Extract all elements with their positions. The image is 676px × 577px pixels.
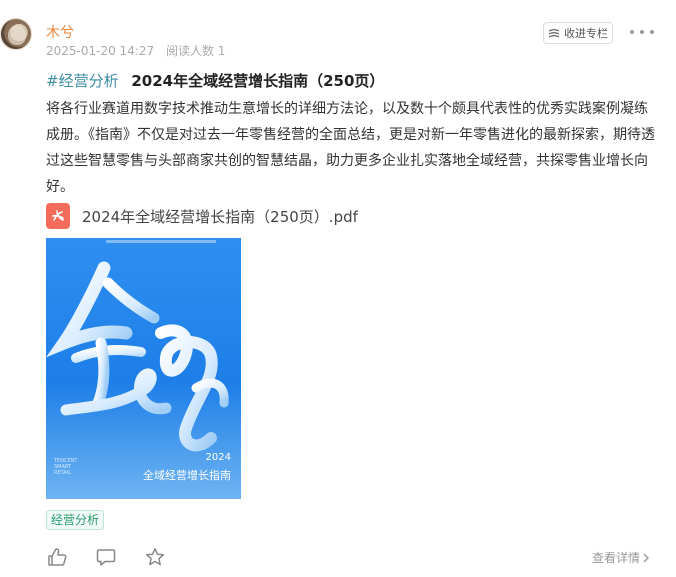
pdf-attachment[interactable]: 2024年全域经营增长指南（250页）.pdf [46, 203, 358, 229]
post-title-line: #经营分析 2024年全域经营增长指南（250页） [46, 70, 384, 91]
cover-title: 全域经营增长指南 [143, 469, 231, 482]
cover-year: 2024 [205, 452, 231, 463]
collect-button[interactable]: 收进专栏 [543, 22, 613, 44]
author-avatar[interactable] [0, 18, 32, 50]
bookmark-icon [549, 28, 559, 37]
post-body: 将各行业赛道用数字技术推动生意增长的详细方法论，以及数十个颇具代表性的优秀实践案… [46, 101, 655, 195]
action-bar [46, 546, 193, 568]
star-icon [145, 548, 165, 566]
post-date: 2025-01-20 14:27 [46, 44, 155, 58]
post-title: 2024年全域经营增长指南（250页） [131, 72, 385, 90]
like-button[interactable] [46, 546, 68, 568]
comment-icon [96, 549, 116, 566]
chevron-right-icon [643, 553, 650, 562]
cover-brand: TENCENT SMART RETAIL [54, 458, 78, 476]
read-count: 阅读人数 1 [165, 44, 226, 58]
more-dot [630, 30, 634, 34]
pdf-filename[interactable]: 2024年全域经营增长指南（250页）.pdf [82, 206, 358, 227]
thumb-up-icon [48, 548, 67, 566]
more-dot [640, 30, 644, 34]
comment-button[interactable] [95, 546, 117, 568]
hashtag-link[interactable]: #经营分析 [46, 72, 119, 90]
pdf-file-icon [46, 203, 70, 229]
post-meta: 2025-01-20 14:27 阅读人数 1 [46, 42, 225, 59]
document-cover[interactable]: TENCENT SMART RETAIL 2024 全域经营增长指南 [46, 238, 241, 499]
more-dot [650, 30, 654, 34]
favorite-button[interactable] [144, 546, 166, 568]
more-button[interactable] [630, 24, 654, 40]
author-name[interactable]: 木兮 [46, 22, 74, 42]
view-detail-link[interactable]: 查看详情 [592, 549, 650, 566]
collect-label: 收进专栏 [564, 27, 608, 40]
view-detail-label: 查看详情 [592, 551, 641, 565]
topic-tag[interactable]: 经营分析 [46, 510, 105, 530]
